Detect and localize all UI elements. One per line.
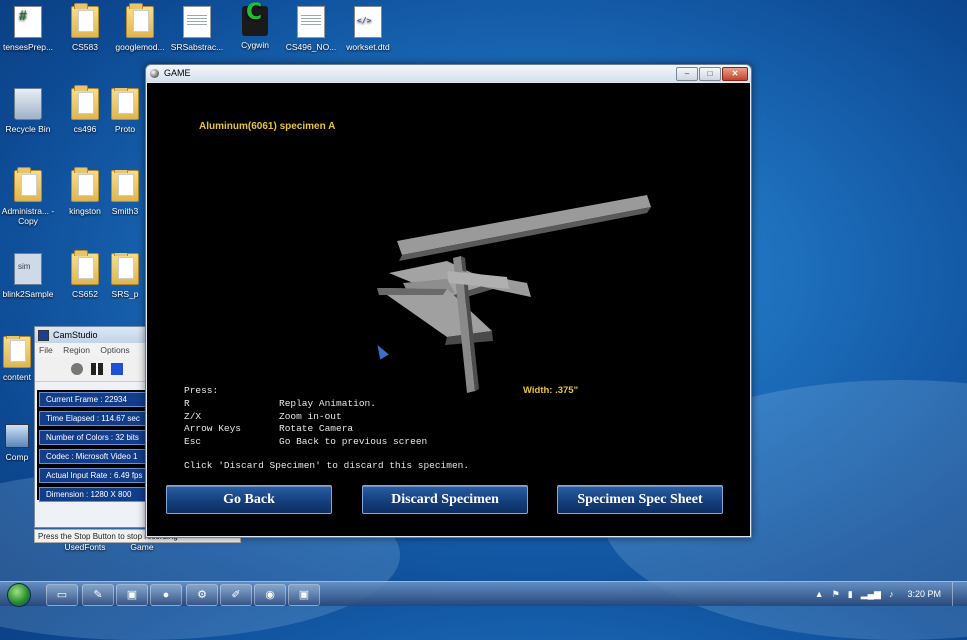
camstudio-title: CamStudio [53, 330, 98, 340]
record-icon[interactable] [71, 363, 83, 375]
desktop-icon-cs496-no[interactable]: CS496_NO... [281, 6, 341, 52]
stat-time-elapsed: Time Elapsed : 114.67 sec [39, 411, 147, 426]
folder-icon [71, 3, 99, 38]
network-signal-icon[interactable]: ▂▄▆ [861, 582, 881, 606]
stat-dimension: Dimension : 1280 X 800 [39, 487, 147, 502]
help-row: Esc Go Back to previous screen [184, 436, 428, 448]
camstudio-window: CamStudio File Region Options Current Fr… [34, 326, 148, 528]
document-icon [297, 6, 325, 38]
taskbar: ▭ ✎ ▣ ● ⚙ ✐ ◉ ▣ ▲ ⚑ ▮ ▂▄▆ ♪ 3:20 PM [0, 581, 967, 607]
start-button[interactable] [4, 582, 34, 607]
taskbar-app-6[interactable]: ✐ [220, 584, 252, 606]
stat-number-of-colors: Number of Colors : 32 bits [39, 430, 147, 445]
desktop-icon-recycle-bin[interactable]: Recycle Bin [0, 88, 58, 134]
desktop-icon-smith3[interactable]: Smith3 [103, 170, 147, 216]
show-desktop-button[interactable] [952, 582, 967, 606]
game-app-icon: ◉ [265, 589, 275, 601]
folder-icon [71, 85, 99, 120]
taskbar-game[interactable]: ◉ [254, 584, 286, 606]
desktop-icon-content[interactable]: content [0, 336, 34, 382]
taskbar-app-2[interactable]: ✎ [82, 584, 114, 606]
stat-input-rate: Actual Input Rate : 6.49 fps [39, 468, 147, 483]
stat-codec: Codec : Microsoft Video 1 [39, 449, 147, 464]
desktop-icon-blink2sample[interactable]: blink2Sample [0, 253, 58, 299]
camstudio-icon: ▣ [298, 589, 310, 601]
folder-icon [71, 250, 99, 285]
camstudio-titlebar[interactable]: CamStudio [35, 327, 147, 343]
volume-icon[interactable]: ♪ [889, 582, 894, 606]
game-titlebar[interactable]: GAME – □ ✕ [146, 65, 751, 82]
camstudio-menu-options[interactable]: Options [100, 345, 129, 355]
discard-specimen-button[interactable]: Discard Specimen [362, 485, 528, 514]
help-row: R Replay Animation. [184, 397, 376, 409]
help-row: Arrow Keys Rotate Camera [184, 423, 354, 435]
spreadsheet-icon [14, 6, 42, 38]
action-center-flag-icon[interactable]: ⚑ [832, 582, 840, 606]
desktop-icon-cygwin[interactable]: Cygwin [225, 6, 285, 50]
game-viewport[interactable]: Aluminum(6061) specimen A Press: R Replay… [147, 83, 750, 536]
folder-icon [14, 167, 42, 202]
taskbar-app-5[interactable]: ⚙ [186, 584, 218, 606]
desktop-icon-proto[interactable]: Proto [103, 88, 147, 134]
app-icon: ▣ [126, 589, 138, 601]
camstudio-stats-panel: Current Frame : 22934 Time Elapsed : 114… [37, 390, 147, 502]
close-button[interactable]: ✕ [722, 67, 748, 81]
game-window: GAME – □ ✕ Aluminum(6061) specimen A Pre… [145, 64, 752, 538]
folder-icon [71, 167, 99, 202]
taskbar-app-3[interactable]: ▣ [116, 584, 148, 606]
help-row: Z/X Zoom in-out [184, 410, 342, 422]
desktop-icon-srs-p[interactable]: SRS_p [103, 253, 147, 299]
camstudio-menu-file[interactable]: File [39, 345, 53, 355]
camstudio-menubar: File Region Options [35, 343, 147, 357]
game-window-title: GAME [164, 68, 191, 78]
maximize-button[interactable]: □ [699, 67, 721, 81]
help-heading: Press: [184, 385, 219, 396]
system-tray: ▲ ⚑ ▮ ▂▄▆ ♪ 3:20 PM [815, 582, 941, 606]
game-app-icon [150, 69, 159, 78]
camstudio-menu-region[interactable]: Region [63, 345, 90, 355]
go-back-button[interactable]: Go Back [166, 485, 332, 514]
taskbar-explorer[interactable]: ▭ [46, 584, 78, 606]
computer-icon [5, 424, 29, 448]
tray-expand-icon[interactable]: ▲ [815, 582, 824, 606]
folder-icon [111, 253, 139, 285]
controls-help: Press: R Replay Animation. Z/X Zoom in-out… [184, 385, 427, 449]
battery-icon[interactable]: ▮ [848, 582, 853, 606]
desktop-icon-administrator-copy[interactable]: Administra... - Copy [0, 167, 58, 226]
folder-icon: ▭ [56, 589, 68, 601]
folder-icon [3, 336, 31, 368]
desktop-icon-srsabstract[interactable]: SRSabstrac... [167, 6, 227, 52]
cygwin-icon [242, 6, 268, 36]
stat-current-frame: Current Frame : 22934 [39, 392, 147, 407]
width-label: Width: .375" [523, 385, 579, 396]
folder-icon [111, 88, 139, 120]
clock[interactable]: 3:20 PM [907, 582, 941, 606]
firefox-icon: ● [162, 589, 170, 601]
recycle-bin-icon [14, 88, 42, 120]
editor-icon: ✐ [231, 589, 241, 601]
windows-orb-icon [7, 583, 31, 607]
window-controls: – □ ✕ [676, 67, 748, 81]
minimize-button[interactable]: – [676, 67, 698, 81]
network-icon: ⚙ [197, 589, 207, 601]
camstudio-toolbar [35, 357, 147, 382]
discard-instruction: Click 'Discard Specimen' to discard this… [184, 460, 470, 471]
pen-icon: ✎ [93, 589, 103, 601]
stop-icon[interactable] [111, 363, 123, 375]
folder-icon [126, 3, 154, 38]
taskbar-firefox[interactable]: ● [150, 584, 182, 606]
pause-icon[interactable] [91, 363, 103, 375]
camstudio-logo-icon [38, 330, 49, 341]
desktop-icon-tensesprep[interactable]: tensesPrep... [0, 6, 58, 52]
specimen-spec-sheet-button[interactable]: Specimen Spec Sheet [557, 485, 723, 514]
dtd-file-icon [354, 6, 382, 38]
document-icon [183, 6, 211, 38]
desktop-icon-cs583[interactable]: CS583 [55, 3, 115, 52]
desktop-icon-computer[interactable]: Comp [0, 424, 34, 462]
taskbar-camstudio[interactable]: ▣ [288, 584, 320, 606]
sim-file-icon [14, 253, 42, 285]
desktop-icon-workset-dtd[interactable]: workset.dtd [338, 6, 398, 52]
desktop-icon-googlemod[interactable]: googlemod... [110, 3, 170, 52]
folder-icon [111, 170, 139, 202]
